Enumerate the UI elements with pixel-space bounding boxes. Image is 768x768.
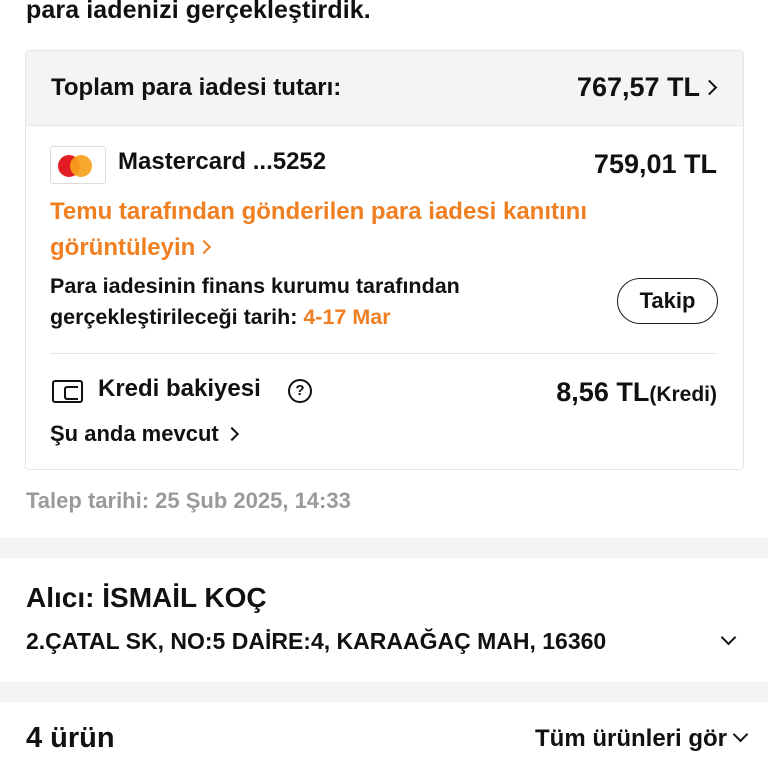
track-button[interactable]: Takip <box>617 278 718 324</box>
request-date: Talep tarihi: 25 Şub 2025, 14:33 <box>26 488 351 513</box>
chevron-right-icon <box>701 79 718 96</box>
refund-message-heading: para iadenizi gerçekleştirdik. <box>26 0 371 24</box>
section-separator <box>0 682 768 702</box>
recipient-name: Alıcı: İSMAİL KOÇ <box>26 582 267 613</box>
refund-total-amount: 767,57 TL <box>577 72 718 103</box>
chevron-down-icon <box>732 726 749 743</box>
refund-proof-link[interactable]: Temu tarafından gönderilen para iadesi k… <box>50 194 690 266</box>
divider <box>50 353 717 354</box>
credit-balance-amount: 8,56 TL(Kredi) <box>556 377 717 407</box>
item-count: 4 ürün <box>26 722 115 754</box>
info-icon[interactable]: ? <box>288 379 312 403</box>
recipient-address: 2.ÇATAL SK, NO:5 DAİRE:4, KARAAĞAÇ MAH, … <box>26 628 698 655</box>
chevron-right-icon <box>224 426 239 442</box>
wallet-icon <box>52 380 83 403</box>
view-all-items-button[interactable]: Tüm ürünleri gör <box>535 725 749 753</box>
refund-summary-card: Toplam para iadesi tutarı: 767,57 TL Mas… <box>25 50 744 470</box>
refund-total-label: Toplam para iadesi tutarı: <box>51 74 342 101</box>
mastercard-logo-icon <box>50 146 106 184</box>
credit-balance-label: Kredi bakiyesi <box>98 375 261 402</box>
refund-date-range: 4-17 Mar <box>303 305 391 329</box>
expand-address-toggle[interactable] <box>720 629 737 648</box>
chevron-right-icon <box>197 239 212 255</box>
payment-card-name: Mastercard ...5252 <box>118 148 327 175</box>
credit-available-link[interactable]: Şu anda mevcut <box>50 421 239 447</box>
finance-institution-date: Para iadesinin finans kurumu tarafından … <box>50 274 460 329</box>
chevron-down-icon <box>720 629 737 646</box>
section-separator <box>0 538 768 558</box>
card-refund-amount: 759,01 TL <box>593 149 717 179</box>
refund-total-row[interactable]: Toplam para iadesi tutarı: 767,57 TL <box>26 51 743 126</box>
